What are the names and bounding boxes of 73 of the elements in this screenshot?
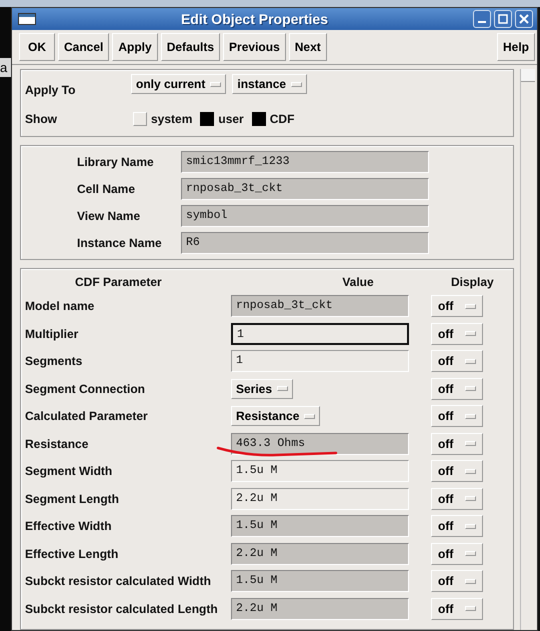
- close-button[interactable]: [515, 10, 533, 28]
- text-field[interactable]: R6: [181, 232, 429, 254]
- text-field[interactable]: symbol: [181, 205, 429, 227]
- dropdown-button[interactable]: Resistance: [231, 406, 320, 426]
- display-dropdown[interactable]: off: [431, 405, 484, 428]
- help-button[interactable]: Help: [496, 33, 535, 61]
- field-label: Library Name: [77, 155, 155, 169]
- text-field[interactable]: smic13mmrf_1233: [181, 151, 429, 173]
- background-app-text: a: [0, 58, 11, 77]
- display-dropdown[interactable]: off: [431, 432, 484, 455]
- text-field[interactable]: 2.2u M: [231, 488, 409, 510]
- parameter-label: Resistance: [25, 436, 90, 451]
- dropdown-button[interactable]: instance: [232, 74, 308, 94]
- parameter-label: Segment Connection: [25, 382, 146, 396]
- parameter-label: Subckt resistor calculated Length: [25, 602, 219, 616]
- toolbar-button[interactable]: Previous: [223, 33, 286, 61]
- display-dropdown[interactable]: off: [431, 570, 484, 592]
- dropdown-button[interactable]: Series: [231, 378, 294, 399]
- display-dropdown[interactable]: off: [431, 488, 484, 510]
- parameter-label: Multiplier: [25, 326, 80, 341]
- display-dropdown[interactable]: off: [431, 515, 484, 538]
- column-header: CDF Parameter: [75, 275, 163, 289]
- text-field[interactable]: 2.2u M: [231, 542, 409, 565]
- checkbox-label: CDF: [270, 112, 294, 126]
- toolbar-button[interactable]: Apply: [112, 33, 158, 61]
- display-dropdown[interactable]: off: [431, 295, 484, 318]
- close-icon: [519, 14, 529, 24]
- text-field[interactable]: 1.5u M: [231, 460, 409, 482]
- field-label: Cell Name: [77, 182, 136, 196]
- display-dropdown[interactable]: off: [431, 350, 484, 372]
- parameter-label: Segment Width: [25, 464, 114, 478]
- display-dropdown[interactable]: off: [431, 598, 484, 620]
- parameter-label: Model name: [25, 299, 96, 314]
- display-dropdown[interactable]: off: [431, 322, 484, 345]
- text-field[interactable]: 1.5u M: [231, 570, 409, 592]
- toolbar-button[interactable]: Cancel: [58, 33, 110, 61]
- checkbox-label: user: [218, 112, 244, 126]
- toolbar-button[interactable]: OK: [19, 33, 55, 61]
- maximize-button[interactable]: [494, 10, 512, 28]
- toolbar-button[interactable]: Next: [288, 33, 327, 61]
- scrollbar[interactable]: [520, 69, 535, 630]
- window-icon: [18, 13, 36, 25]
- display-dropdown[interactable]: off: [431, 460, 484, 482]
- column-header: Value: [341, 275, 375, 289]
- minimize-icon: [478, 21, 486, 23]
- text-field[interactable]: rnposab_3t_ckt: [231, 295, 409, 318]
- minimize-button[interactable]: [473, 10, 491, 28]
- field-label: Apply To: [25, 83, 76, 97]
- text-field[interactable]: rnposab_3t_ckt: [181, 178, 429, 200]
- column-header: Display: [451, 275, 494, 289]
- parameter-label: Effective Width: [25, 519, 113, 534]
- parameter-label: Calculated Parameter: [25, 409, 149, 424]
- checkbox[interactable]: [200, 112, 214, 126]
- maximize-icon: [498, 14, 508, 24]
- display-dropdown[interactable]: off: [431, 542, 484, 565]
- text-field[interactable]: 1: [231, 350, 409, 372]
- field-label: View Name: [77, 209, 142, 223]
- dropdown-button[interactable]: only current: [131, 74, 226, 94]
- toolbar-button[interactable]: Defaults: [160, 33, 220, 61]
- field-label: Show: [25, 112, 58, 126]
- checkbox-label: system: [151, 112, 192, 126]
- text-field[interactable]: 1.5u M: [231, 515, 409, 538]
- display-dropdown[interactable]: off: [431, 378, 484, 400]
- parameter-label: Effective Length: [25, 546, 120, 561]
- field-label: Instance Name: [77, 236, 163, 250]
- parameter-label: Segments: [25, 354, 84, 368]
- parameter-label: Segment Length: [25, 492, 120, 506]
- window-title: Edit Object Properties: [180, 11, 330, 27]
- checkbox[interactable]: [252, 112, 266, 126]
- parameter-label: Subckt resistor calculated Width: [25, 574, 212, 588]
- text-field[interactable]: 1: [231, 322, 409, 345]
- text-field[interactable]: 2.2u M: [231, 598, 409, 620]
- text-field[interactable]: 463.3 Ohms: [231, 432, 409, 455]
